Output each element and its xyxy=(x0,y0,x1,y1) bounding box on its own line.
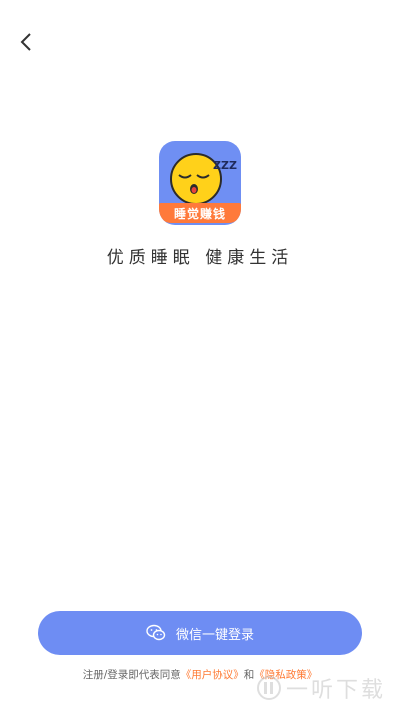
wechat-icon xyxy=(146,624,166,642)
agreement-conjunction: 和 xyxy=(243,669,255,681)
watermark: 一听下载 xyxy=(256,672,386,704)
user-agreement-link[interactable]: 《用户协议》 xyxy=(181,669,244,681)
app-logo: ZZZ 睡觉赚钱 xyxy=(159,141,241,225)
agreement-prefix: 注册/登录即代表同意 xyxy=(82,669,181,681)
svg-text:ZZZ: ZZZ xyxy=(213,159,237,172)
chevron-left-icon xyxy=(20,33,31,51)
watermark-text: 一听下载 xyxy=(285,678,386,703)
login-button-label: 微信一键登录 xyxy=(175,627,254,643)
wechat-login-button[interactable]: 微信一键登录 xyxy=(38,611,362,655)
back-button[interactable] xyxy=(14,30,38,54)
watermark-logo-icon xyxy=(256,676,281,700)
logo-banner: 睡觉赚钱 xyxy=(159,203,241,223)
slogan: 优质睡眠 健康生活 xyxy=(106,248,294,268)
